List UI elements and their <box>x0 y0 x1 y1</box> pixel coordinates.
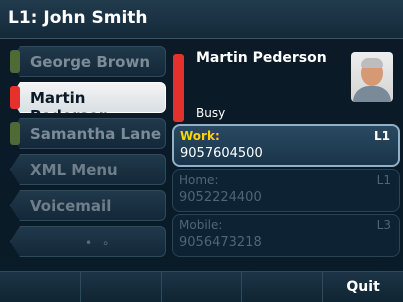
avatar-hair <box>361 58 383 68</box>
speed-dial-label: Samantha Lane <box>30 125 162 143</box>
speed-dial-samantha-lane[interactable]: Samantha Lane <box>0 118 168 149</box>
number-mobile[interactable]: Mobile: L3 9056473218 <box>172 214 400 257</box>
more-keys-button[interactable]: • ∘ <box>0 226 168 257</box>
speed-dial-list: George Brown Martin Pederson Samantha La… <box>0 46 168 262</box>
number-value: 9052224400 <box>179 190 262 205</box>
phone-number-list: Work: L1 9057604500 Home: L1 9052224400 … <box>172 124 400 259</box>
presence-bar <box>173 54 184 122</box>
number-work[interactable]: Work: L1 9057604500 <box>172 124 400 167</box>
phone-screen: L1: John Smith George Brown Martin Peder… <box>0 0 403 302</box>
line-label: L3 <box>376 218 391 232</box>
speed-dial-voicemail[interactable]: Voicemail <box>0 190 168 221</box>
number-type-label: Work: <box>180 129 220 143</box>
speed-dial-george-brown[interactable]: George Brown <box>0 46 168 77</box>
speed-dial-xml-menu[interactable]: XML Menu <box>0 154 168 185</box>
number-value: 9056473218 <box>179 235 262 250</box>
softkey-label: Quit <box>346 279 380 295</box>
speed-dial-label: George Brown <box>30 53 150 71</box>
speed-dial-martin-pederson[interactable]: Martin Pederson <box>0 82 168 125</box>
softkey-bar: Quit <box>0 271 403 302</box>
line-label: L1 <box>374 129 390 143</box>
avatar <box>351 52 393 102</box>
contact-name: Martin Pederson <box>196 50 327 66</box>
title-bar: L1: John Smith <box>0 0 403 39</box>
number-home[interactable]: Home: L1 9052224400 <box>172 169 400 212</box>
number-type-label: Home: <box>179 173 219 187</box>
softkey-4[interactable] <box>242 272 324 302</box>
page-dots-icon: • ∘ <box>85 236 113 250</box>
speed-dial-label: XML Menu <box>30 161 118 179</box>
line-title: L1: John Smith <box>8 8 148 28</box>
speed-dial-label: Voicemail <box>30 197 112 215</box>
contact-card: Martin Pederson Busy <box>171 46 399 122</box>
quit-softkey[interactable]: Quit <box>323 272 403 302</box>
line-label: L1 <box>376 173 391 187</box>
number-type-label: Mobile: <box>179 218 223 232</box>
softkey-2[interactable] <box>81 272 162 302</box>
contact-status: Busy <box>196 106 226 120</box>
presence-indicator <box>10 122 20 145</box>
presence-indicator <box>10 50 20 73</box>
softkey-3[interactable] <box>162 272 243 302</box>
softkey-1[interactable] <box>0 272 81 302</box>
presence-indicator <box>10 86 20 109</box>
number-value: 9057604500 <box>180 146 263 161</box>
avatar-body <box>353 86 391 102</box>
